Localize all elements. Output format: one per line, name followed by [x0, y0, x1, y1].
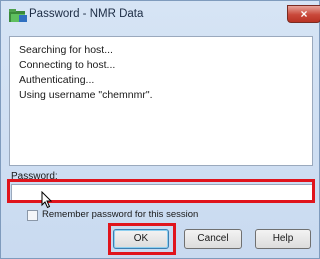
password-input[interactable]: [11, 184, 313, 202]
close-button[interactable]: ×: [287, 5, 320, 23]
password-label: Password:: [11, 171, 58, 182]
log-line: Searching for host...: [19, 44, 113, 56]
window-title: Password - NMR Data: [29, 8, 144, 20]
password-dialog: Password - NMR Data × Searching for host…: [0, 0, 320, 259]
log-line: Authenticating...: [19, 74, 95, 86]
remember-label: Remember password for this session: [42, 209, 199, 220]
log-line: Connecting to host...: [19, 59, 116, 71]
close-icon: ×: [300, 7, 308, 21]
connection-log: Searching for host... Connecting to host…: [9, 36, 313, 166]
help-button[interactable]: Help: [255, 229, 311, 249]
log-line: Using username "chemnmr".: [19, 89, 153, 101]
ok-button[interactable]: OK: [113, 229, 169, 249]
title-bar[interactable]: Password - NMR Data ×: [1, 1, 320, 31]
cancel-button[interactable]: Cancel: [184, 229, 242, 249]
remember-checkbox[interactable]: [27, 210, 38, 221]
app-folder-icon: [9, 9, 27, 22]
mouse-cursor-icon: [41, 191, 53, 209]
